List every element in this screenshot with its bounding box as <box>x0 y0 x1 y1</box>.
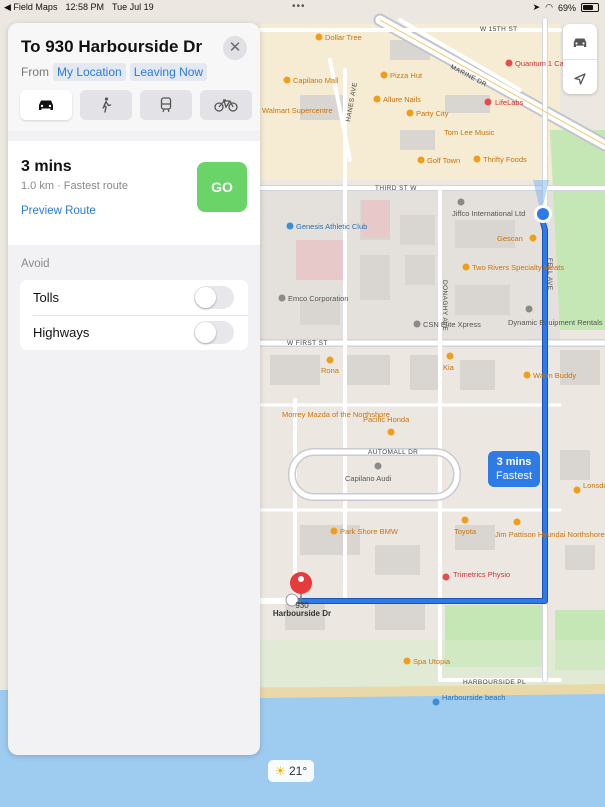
poi-label: Spa Utopia <box>413 657 451 666</box>
destination-pin[interactable] <box>290 572 312 594</box>
poi-label: Rona <box>321 366 340 375</box>
street-label: THIRD ST W <box>375 185 417 192</box>
avoid-tolls-row: Tolls <box>20 280 248 316</box>
avoid-options: Tolls Highways <box>20 280 248 350</box>
from-label: From <box>21 65 49 79</box>
poi-label: Capilano Audi <box>345 474 392 483</box>
poi-label: Capilano Mall <box>293 76 339 85</box>
street-label: AUTOMALL DR <box>368 449 418 456</box>
mode-drive[interactable] <box>20 90 72 120</box>
poi-label: Pacific Honda <box>363 415 410 424</box>
status-bar: ◀ Field Maps 12:58 PM Tue Jul 19 ••• ➤ ◠… <box>0 0 605 16</box>
poi-label: Kia <box>443 363 455 372</box>
route-summary: 1.0 km · Fastest route <box>21 180 128 192</box>
back-to-app-link[interactable]: ◀ Field Maps <box>4 2 57 13</box>
map-mode-button[interactable] <box>563 24 597 59</box>
callout-label: Fastest <box>495 470 533 482</box>
street-label: W 15TH ST <box>480 26 518 33</box>
avoid-highways-row: Highways <box>20 315 248 350</box>
poi-label: Allure Nails <box>383 95 421 104</box>
poi-label: Trimetrics Physio <box>453 570 510 579</box>
toggle-knob <box>195 287 216 308</box>
map-controls <box>563 24 597 94</box>
toggle-knob <box>195 322 216 343</box>
poi-label: Jim Pattison Hyundai Northshore <box>495 530 605 539</box>
mode-walk[interactable] <box>80 90 132 120</box>
poi-label: Walmart Supercentre <box>262 106 333 115</box>
avoid-highways-label: Highways <box>33 325 90 340</box>
destination-label-line2: Harbourside Dr <box>273 609 331 618</box>
walk-icon <box>102 97 112 113</box>
mode-transit[interactable] <box>140 90 192 120</box>
poi-label: Pizza Hut <box>390 71 423 80</box>
poi-label: Dollar Tree <box>325 33 362 42</box>
route-time-callout[interactable]: 3 mins Fastest <box>488 451 540 487</box>
poi-label: Lonsdale Events <box>583 481 605 490</box>
tracking-button[interactable] <box>563 59 597 95</box>
train-icon <box>160 97 172 113</box>
sun-icon: ☀ <box>274 764 286 778</box>
poi-label: Two Rivers Specialty Meats <box>472 263 564 272</box>
mode-cycle[interactable] <box>200 90 252 120</box>
poi-label: Gescan <box>497 234 523 243</box>
bicycle-icon <box>214 99 238 112</box>
poi-label: Party City <box>416 109 449 118</box>
street-label: HARBOURSIDE PL <box>463 679 526 686</box>
close-icon: ✕ <box>228 39 242 56</box>
poi-label: CSN Elite Xpress <box>423 320 481 329</box>
poi-label: Jiffco International Ltd <box>452 209 525 218</box>
poi-label: Harbourside beach <box>442 693 505 702</box>
current-location-dot <box>537 208 549 220</box>
avoid-heading: Avoid <box>21 258 50 270</box>
car-icon <box>573 38 587 48</box>
location-arrow-icon <box>574 72 586 85</box>
callout-time: 3 mins <box>496 456 532 468</box>
directions-title: To 930 Harbourside Dr <box>21 37 203 56</box>
avoid-highways-toggle[interactable] <box>194 321 234 344</box>
origin-row: From My Location Leaving Now <box>21 63 208 81</box>
go-button[interactable]: GO <box>197 162 247 212</box>
departure-chip[interactable]: Leaving Now <box>129 63 208 81</box>
status-time: 12:58 PM <box>65 2 104 12</box>
poi-label: Genesis Athletic Club <box>296 222 367 231</box>
battery-icon <box>581 3 599 12</box>
directions-header: To 930 Harbourside Dr ✕ From My Location… <box>8 23 260 131</box>
transport-mode-selector <box>20 90 252 120</box>
poi-label: Thrifty Foods <box>483 155 527 164</box>
poi-label: Emco Corporation <box>288 294 348 303</box>
temperature: 21° <box>288 764 308 778</box>
poi-label: Warm Buddy <box>533 371 576 380</box>
wifi-icon: ◠ <box>545 2 553 12</box>
avoid-tolls-label: Tolls <box>33 290 60 305</box>
location-services-icon: ➤ <box>532 2 541 12</box>
poi-label: Golf Town <box>427 156 460 165</box>
poi-label: Toyota <box>454 527 477 536</box>
poi-label: LifeLabs <box>495 98 524 107</box>
weather-badge: ☀ 21° <box>268 760 314 782</box>
route-duration: 3 mins <box>21 158 72 175</box>
origin-chip[interactable]: My Location <box>53 63 126 81</box>
poi-label: Dynamic Equipment Rentals Headquarters <box>508 318 605 327</box>
poi-label: Tom Lee Music <box>444 128 495 137</box>
preview-route-link[interactable]: Preview Route <box>21 205 96 217</box>
multitasking-dots[interactable]: ••• <box>292 1 306 12</box>
street-label: W FIRST ST <box>287 340 328 347</box>
battery-percent: 69% <box>557 2 576 13</box>
route-option[interactable]: 3 mins 1.0 km · Fastest route Preview Ro… <box>8 141 260 245</box>
close-button[interactable]: ✕ <box>223 36 247 60</box>
avoid-tolls-toggle[interactable] <box>194 286 234 309</box>
car-icon <box>39 100 53 110</box>
destination-pin-dot <box>298 576 304 582</box>
directions-panel: To 930 Harbourside Dr ✕ From My Location… <box>8 23 260 755</box>
status-date: Tue Jul 19 <box>111 2 154 12</box>
poi-label: Park Shore BMW <box>340 527 399 536</box>
